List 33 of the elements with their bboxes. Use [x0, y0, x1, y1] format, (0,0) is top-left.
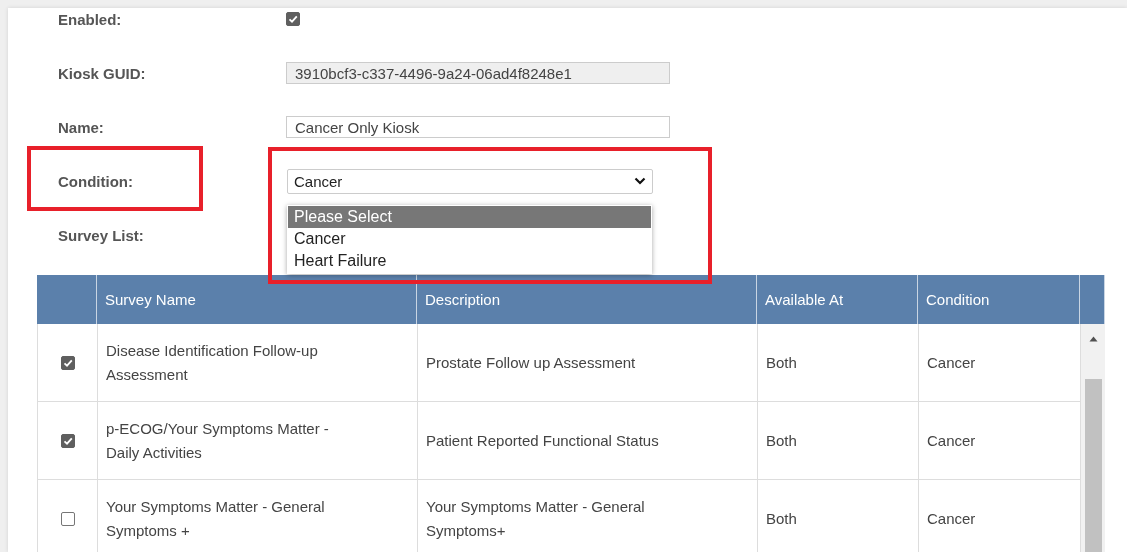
column-header: Condition — [918, 275, 1080, 324]
table-cell: Prostate Follow up Assessment — [418, 324, 758, 401]
dropdown-option[interactable]: Heart Failure — [288, 249, 651, 272]
text-field[interactable]: 3910bcf3-c337-4496-9a24-06ad4f8248e1 — [286, 62, 670, 84]
column-header: Available At — [757, 275, 918, 324]
field-label: Enabled: — [58, 10, 122, 28]
checkbox[interactable] — [60, 511, 75, 526]
table-cell: Patient Reported Functional Status — [418, 402, 758, 479]
condition-select[interactable]: Cancer — [287, 168, 653, 194]
table-cell: Your Symptoms Matter - General Symptoms+ — [418, 480, 758, 552]
scroll-up-icon[interactable] — [1088, 336, 1098, 342]
table-cell: p-ECOG/Your Symptoms Matter - Daily Activities — [98, 402, 418, 479]
table-cell: Both — [758, 480, 919, 552]
field-label: Kiosk GUID: — [58, 64, 146, 82]
scroll-thumb[interactable] — [1084, 379, 1102, 552]
checkbox[interactable] — [60, 433, 75, 448]
checkbox[interactable] — [286, 12, 300, 26]
table-cell: Both — [758, 402, 919, 479]
field-label: Condition: — [58, 172, 133, 190]
dropdown-option[interactable]: Cancer — [288, 227, 651, 250]
column-header: Description — [417, 275, 757, 324]
caret-icon — [634, 177, 646, 185]
text-field[interactable]: Cancer Only Kiosk — [286, 116, 670, 138]
check-icon — [287, 13, 299, 25]
dropdown-option[interactable]: Please Select — [288, 205, 651, 228]
checkbox[interactable] — [60, 355, 75, 370]
field-label: Name: — [58, 118, 104, 136]
field-label: Survey List: — [58, 226, 144, 244]
table-cell: Both — [758, 324, 919, 401]
table-cell: Your Symptoms Matter - General Symptoms + — [98, 480, 418, 552]
table-cell: Disease Identification Follow-up Assessment — [98, 324, 418, 401]
scrollbar[interactable] — [1081, 324, 1105, 552]
column-header: Survey Name — [97, 275, 417, 324]
